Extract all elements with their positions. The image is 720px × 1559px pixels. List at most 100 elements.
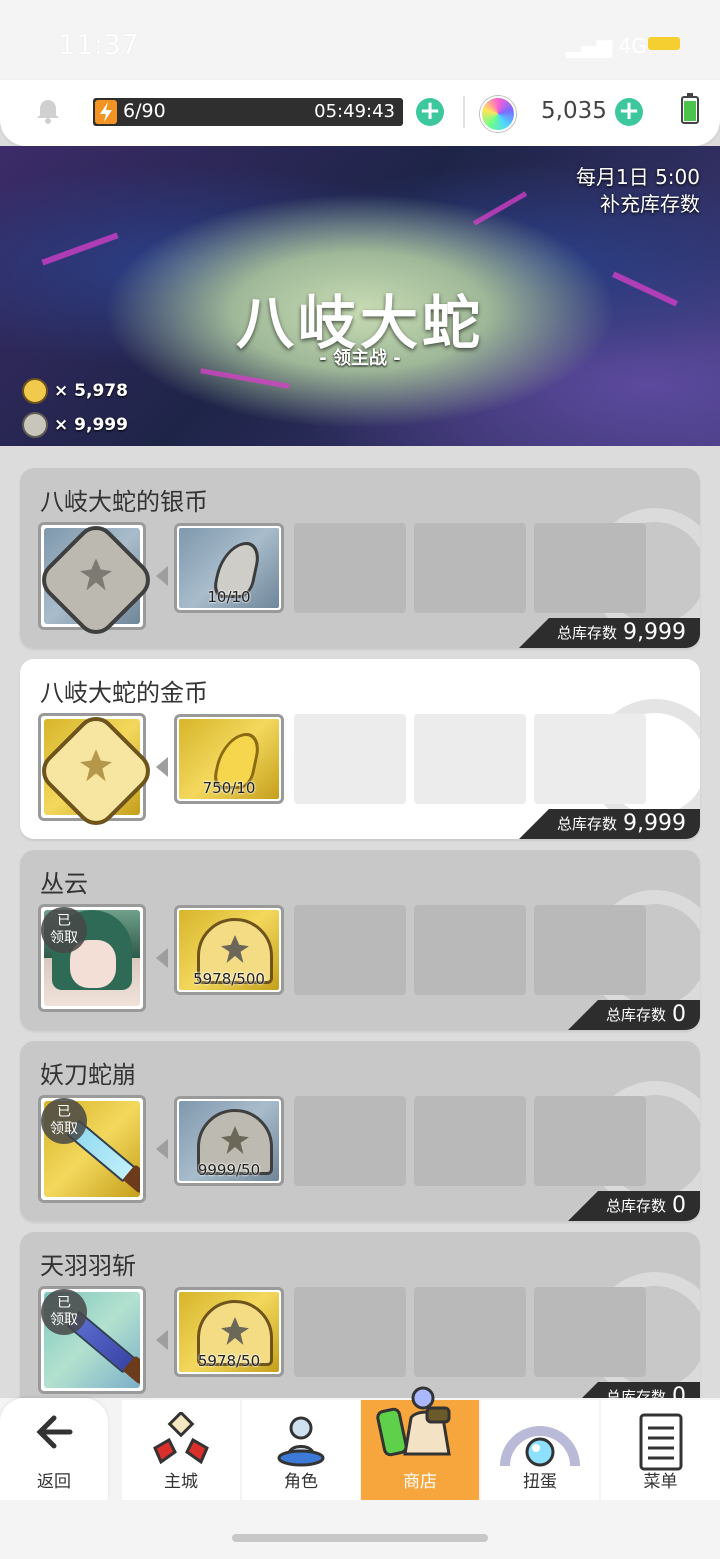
character-icon — [277, 1416, 325, 1467]
decor-stripe — [200, 368, 290, 389]
claimed-badge: 已领取 — [41, 907, 87, 953]
stock-value: 9,999 — [623, 811, 686, 836]
reward-slot[interactable] — [33, 708, 159, 834]
cost-slot: 5978/50 — [174, 1287, 284, 1377]
stock-value: 9,999 — [623, 620, 686, 645]
stock-badge: 总库存数 0 — [567, 1000, 700, 1030]
cost-slot: 5978/500 — [174, 905, 284, 995]
shop-item[interactable]: 八岐大蛇的银币 10/10 总库存数 9,999 — [20, 468, 700, 648]
back-label: 返回 — [37, 1472, 71, 1492]
reward-slot[interactable]: 已领取 — [38, 1095, 146, 1203]
reward-slot[interactable]: 已领取 — [38, 904, 146, 1012]
tab-home-label: 主城 — [164, 1472, 198, 1492]
cost-quantity: 750/10 — [202, 779, 256, 797]
empty-slot — [294, 714, 406, 804]
stamina-value: 6/90 — [123, 100, 166, 122]
boss-subtitle: - 领主战 - — [319, 348, 401, 369]
gacha-icon — [500, 1426, 580, 1467]
add-gems-button[interactable]: + — [615, 98, 643, 126]
claimed-badge: 已领取 — [41, 1098, 87, 1144]
gold-coin-balance: × 5,978 — [22, 378, 128, 408]
cost-quantity: 5978/500 — [193, 970, 265, 988]
stamina-timer: 05:49:43 — [314, 101, 395, 122]
tab-shop[interactable]: 商店 — [361, 1386, 479, 1500]
battery-icon — [648, 37, 680, 50]
gold-coin-icon: 5978/50 — [179, 1292, 279, 1372]
device-battery-icon — [681, 93, 699, 124]
item-name: 妖刀蛇崩 — [40, 1061, 136, 1089]
arrow-left-icon — [156, 948, 168, 968]
empty-slot — [414, 1287, 526, 1377]
cost-quantity: 9999/50 — [197, 1161, 261, 1179]
gem-icon — [480, 96, 516, 132]
stock-value: 0 — [672, 1193, 686, 1218]
empty-slot — [294, 1096, 406, 1186]
refill-notice: 每月1日 5:00 补充库存数 — [576, 164, 700, 218]
empty-slot — [534, 905, 646, 995]
shop-item[interactable]: 妖刀蛇崩 已领取 9999/50 总库存数 0 — [20, 1041, 700, 1221]
lightning-icon — [95, 100, 117, 124]
castle-icon — [153, 1412, 209, 1465]
tab-home[interactable]: 主城 — [122, 1400, 240, 1500]
item-name: 八岐大蛇的银币 — [40, 488, 208, 516]
empty-slot — [414, 1096, 526, 1186]
bell-icon[interactable] — [34, 97, 62, 125]
tab-shop-label: 商店 — [403, 1472, 437, 1492]
boss-banner: 每月1日 5:00 补充库存数 八岐大蛇 - 领主战 - × 5,978 × 9… — [0, 146, 720, 446]
empty-slot — [294, 523, 406, 613]
cost-slot: 9999/50 — [174, 1096, 284, 1186]
empty-slot — [534, 523, 646, 613]
reward-slot[interactable]: 已领取 — [38, 1286, 146, 1394]
refill-text: 补充库存数 — [600, 192, 700, 216]
clock: 11:37 — [58, 28, 139, 61]
silver-coin-balance: × 9,999 — [22, 412, 128, 442]
gold-coin-icon — [33, 708, 159, 834]
network-label: 4G — [618, 34, 647, 58]
tab-gacha[interactable]: 扭蛋 — [481, 1400, 599, 1500]
stock-badge: 总库存数 0 — [567, 1191, 700, 1221]
tab-characters[interactable]: 角色 — [242, 1400, 360, 1500]
shop-item[interactable]: 天羽羽斩 已领取 5978/50 总库存数 0 — [20, 1232, 700, 1400]
status-bar: 11:37 ▂▄▆ 4G — [0, 0, 720, 88]
shop-list[interactable]: 八岐大蛇的银币 10/10 总库存数 9,999 八岐大蛇的金币 750/10 … — [0, 446, 720, 1400]
stamina-bar: 6/90 05:49:43 — [93, 98, 403, 126]
back-button[interactable]: 返回 — [0, 1398, 108, 1500]
cost-quantity: 10/10 — [207, 588, 251, 606]
signal-indicator: ▂▄▆ 4G — [566, 34, 647, 58]
item-name: 丛云 — [40, 870, 88, 898]
tab-gacha-label: 扭蛋 — [523, 1472, 557, 1492]
menu-list-icon — [639, 1413, 682, 1471]
tab-menu-label: 菜单 — [643, 1472, 678, 1492]
refill-time: 每月1日 5:00 — [576, 165, 700, 189]
item-name: 天羽羽斩 — [40, 1252, 136, 1280]
claimed-badge: 已领取 — [41, 1289, 87, 1335]
empty-slot — [414, 714, 526, 804]
stock-label: 总库存数 — [557, 815, 618, 833]
stock-label: 总库存数 — [605, 1197, 666, 1215]
home-indicator-area — [0, 1500, 720, 1559]
arrow-left-icon — [156, 1139, 168, 1159]
gold-shard-icon: 750/10 — [179, 719, 279, 799]
cost-slot: 10/10 — [174, 523, 284, 613]
gold-coin-count: × 5,978 — [54, 381, 128, 401]
decor-stripe — [41, 232, 119, 266]
divider — [463, 96, 465, 128]
silver-coin-icon: 9999/50 — [179, 1101, 279, 1181]
home-indicator[interactable] — [232, 1534, 488, 1542]
shop-item[interactable]: 丛云 已领取 5978/500 总库存数 0 — [20, 850, 700, 1030]
shop-item[interactable]: 八岐大蛇的金币 750/10 总库存数 9,999 — [20, 659, 700, 839]
silver-coin-count: × 9,999 — [54, 415, 128, 435]
silver-shard-icon: 10/10 — [179, 528, 279, 608]
reward-slot[interactable] — [33, 517, 159, 643]
silver-coin-icon — [22, 412, 48, 438]
empty-slot — [414, 523, 526, 613]
empty-slot — [534, 1096, 646, 1186]
shop-bag-icon — [376, 1386, 451, 1457]
item-name: 八岐大蛇的金币 — [40, 679, 208, 707]
gold-coin-icon: 5978/500 — [179, 910, 279, 990]
arrow-left-icon — [36, 1415, 73, 1449]
add-stamina-button[interactable]: + — [416, 98, 444, 126]
empty-slot — [534, 714, 646, 804]
tab-menu[interactable]: 菜单 — [601, 1400, 720, 1500]
decor-stripe — [472, 191, 528, 226]
